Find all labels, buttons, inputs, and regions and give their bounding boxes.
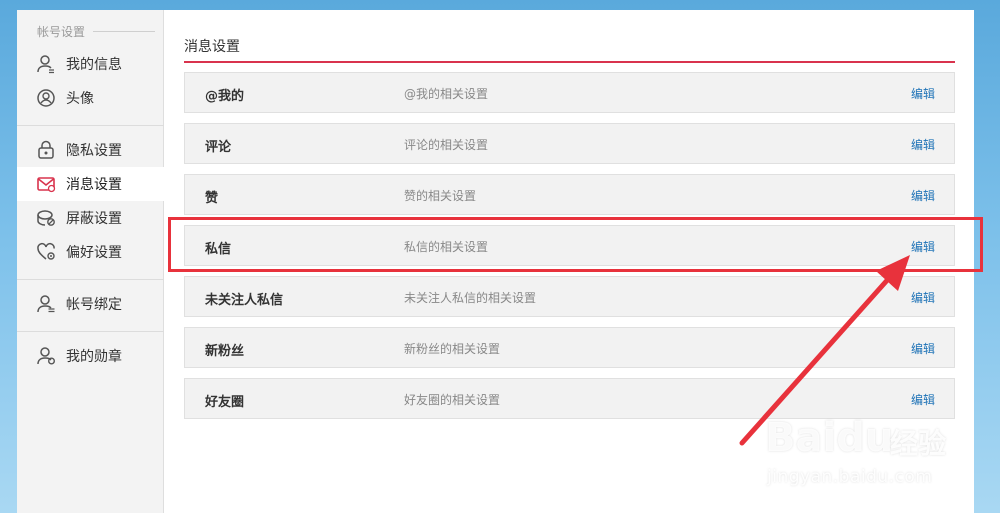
watermark-brand-cn: 经验: [890, 427, 947, 460]
watermark-brand: Baidu: [765, 415, 894, 461]
sidebar-section-header: 帐号设置: [17, 22, 164, 42]
row-name: 未关注人私信: [205, 293, 284, 308]
row-description: 评论的相关设置: [404, 138, 489, 152]
row-name: 赞: [205, 191, 219, 206]
row-name: 新粉丝: [205, 344, 245, 359]
sidebar-section-divider: [93, 31, 155, 32]
sidebar-item-label: 消息设置: [66, 177, 122, 193]
watermark: Baidu 经验 jingyan.baidu.com: [765, 405, 985, 505]
settings-row-likes: 赞 赞的相关设置 编辑: [184, 174, 955, 215]
sidebar-item-preferences[interactable]: 偏好设置: [17, 235, 164, 269]
user-icon: [36, 54, 56, 74]
sidebar: 帐号设置 我的信息 头像 隐私设置 消息设置 屏蔽设置 偏好设置 帐号绑定 我的…: [17, 10, 164, 513]
sidebar-item-message-settings[interactable]: 消息设置: [17, 167, 164, 201]
edit-link[interactable]: 编辑: [911, 85, 935, 102]
lock-icon: [36, 140, 56, 160]
row-description: 新粉丝的相关设置: [404, 342, 501, 356]
edit-link[interactable]: 编辑: [911, 187, 935, 204]
watermark-url: jingyan.baidu.com: [767, 467, 933, 487]
sidebar-item-avatar[interactable]: 头像: [17, 81, 164, 115]
title-divider: [184, 61, 955, 63]
sidebar-divider: [17, 331, 164, 332]
sidebar-section-title: 帐号设置: [37, 25, 86, 39]
sidebar-item-label: 隐私设置: [66, 143, 122, 159]
row-description: @我的相关设置: [404, 87, 489, 101]
avatar-icon: [36, 88, 56, 108]
sidebar-item-privacy[interactable]: 隐私设置: [17, 133, 164, 167]
row-name: 好友圈: [205, 395, 245, 410]
settings-row-mentions: @我的 @我的相关设置 编辑: [184, 72, 955, 113]
row-name: 评论: [205, 140, 232, 155]
sidebar-item-account-binding[interactable]: 帐号绑定: [17, 287, 164, 321]
row-name: @我的: [205, 89, 245, 104]
sidebar-divider: [17, 125, 164, 126]
row-description: 未关注人私信的相关设置: [404, 291, 537, 305]
sidebar-item-label: 帐号绑定: [66, 297, 122, 313]
user-link-icon: [36, 294, 56, 314]
sidebar-item-label: 屏蔽设置: [66, 211, 122, 227]
sidebar-item-label: 我的信息: [66, 57, 122, 73]
sidebar-item-block-settings[interactable]: 屏蔽设置: [17, 201, 164, 235]
sidebar-item-label: 头像: [66, 91, 94, 107]
sidebar-divider: [17, 279, 164, 280]
row-description: 好友圈的相关设置: [404, 393, 501, 407]
sidebar-item-label: 偏好设置: [66, 245, 122, 261]
mail-icon: [36, 174, 56, 194]
edit-link[interactable]: 编辑: [911, 136, 935, 153]
heart-gear-icon: [36, 242, 56, 262]
block-icon: [36, 208, 56, 228]
page-title: 消息设置: [184, 39, 240, 55]
user-medal-icon: [36, 346, 56, 366]
row-description: 赞的相关设置: [404, 189, 477, 203]
sidebar-item-my-medals[interactable]: 我的勋章: [17, 339, 164, 373]
sidebar-item-my-info[interactable]: 我的信息: [17, 47, 164, 81]
sidebar-item-label: 我的勋章: [66, 349, 122, 365]
settings-row-comments: 评论 评论的相关设置 编辑: [184, 123, 955, 164]
